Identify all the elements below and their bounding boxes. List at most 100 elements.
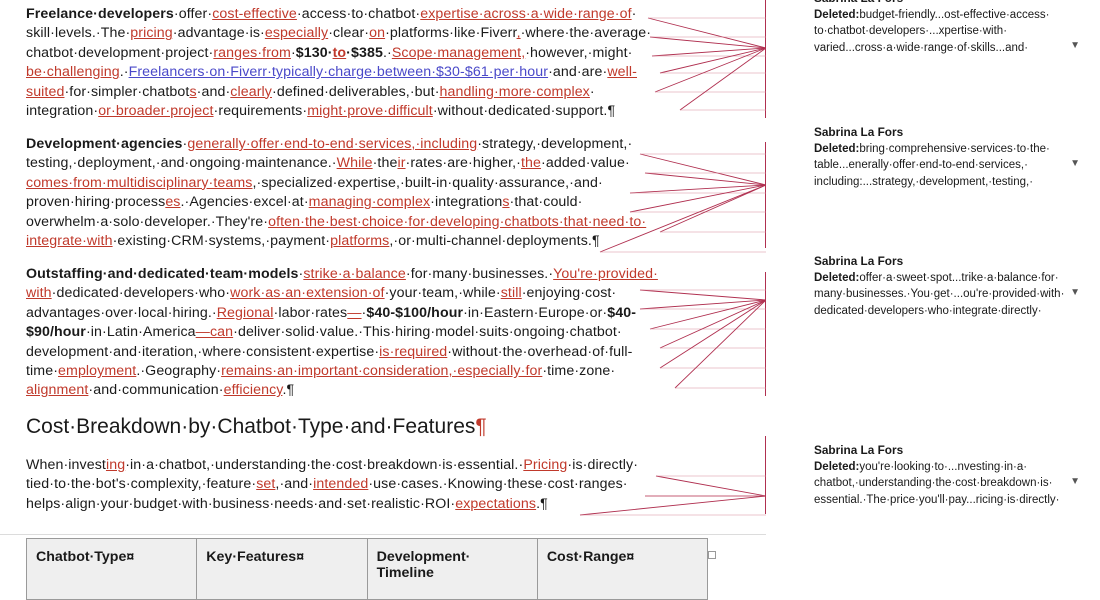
text-line[interactable]: overwhelm·a·solo·developer.·They're·ofte… — [26, 213, 646, 232]
tracked-insertion: Regional — [216, 304, 274, 321]
text-run: integration· — [26, 103, 99, 120]
text-line[interactable]: helps·align·your·budget·with·business·ne… — [26, 495, 638, 514]
tracked-insertion: handling·more·complex — [439, 83, 590, 100]
deleted-label: Deleted: — [814, 271, 860, 284]
text-run: ·that·could· — [509, 194, 583, 211]
tracked-insertion: on — [369, 25, 386, 42]
table-header-cell[interactable]: Cost·Range¤ — [536, 538, 709, 600]
tracked-insertion: While — [336, 155, 373, 172]
text-run: $40-$100/hour — [366, 304, 464, 321]
paragraph-outstaffing[interactable]: Outstaffing·and·dedicated·team·models·st… — [26, 265, 658, 401]
cost-table[interactable]: Chatbot·Type¤ Key·Features¤ Development·… — [25, 538, 709, 600]
text-line[interactable]: Outstaffing·and·dedicated·team·models·st… — [26, 265, 658, 284]
tracked-insertion: alignment — [26, 382, 89, 399]
text-line[interactable]: testing,·deployment,·and·ongoing·mainten… — [26, 154, 646, 173]
comment-text: Deleted:budget-friendly...ost-effective·… — [814, 7, 1090, 24]
text-run: ·integration — [430, 194, 503, 211]
tracked-insertion: is·required — [379, 343, 448, 360]
text-line[interactable]: $90/hour·in·Latin·America—can·deliver·so… — [26, 323, 658, 342]
page-separator — [0, 534, 766, 535]
text-run: $90/hour — [26, 324, 86, 341]
comment-text: dedicated·developers·who·integrate·direc… — [814, 303, 1090, 320]
tracked-insertion: — — [347, 304, 362, 321]
text-line[interactable]: Freelance·developers·offer·cost-effectiv… — [26, 5, 651, 24]
text-line[interactable]: comes·from·multidisciplinary·teams,·spec… — [26, 174, 646, 193]
text-run: ·the — [372, 155, 398, 172]
text-line[interactable]: chatbot·development·project·ranges·from ·… — [26, 44, 651, 63]
expand-chevron-icon[interactable]: ▼ — [1070, 156, 1080, 173]
text-run: ·labor·rates — [273, 304, 348, 321]
text-run: ·enjoying·cost· — [521, 285, 617, 302]
tracked-insertion: efficiency — [223, 382, 283, 399]
table-header-cell[interactable]: Development· Timeline — [366, 538, 538, 600]
text-line[interactable]: skill·levels.·The·pricing·advantage·is·e… — [26, 24, 651, 43]
comment-balloon[interactable]: Sabrina La Fors Deleted:bring·comprehensi… — [814, 124, 1090, 190]
text-line[interactable]: development·and·iteration,·where·consist… — [26, 343, 658, 362]
paragraph-intro[interactable]: When·investing·in·a·chatbot,·understandi… — [26, 456, 638, 514]
text-run: .· — [382, 44, 392, 61]
deleted-text: essential.·The·price·you'll·pay...ricing… — [814, 493, 1060, 506]
comment-text: essential.·The·price·you'll·pay...ricing… — [814, 492, 1090, 509]
deleted-label: Deleted: — [814, 460, 860, 473]
text-line[interactable]: alignment·and·communication·efficiency.¶ — [26, 381, 658, 400]
text-run: ·without·dedicated·support.¶ — [432, 103, 616, 120]
comment-author: Sabrina La Fors — [814, 443, 904, 457]
table-header-cell[interactable]: Chatbot·Type¤ — [25, 538, 198, 600]
tracked-insertion: set — [256, 476, 276, 493]
text-run: ·clear· — [328, 25, 370, 42]
text-run: ·and· — [196, 83, 231, 100]
text-line[interactable]: integrate·with·existing·CRM·systems,·pay… — [26, 232, 646, 251]
paragraph-agencies[interactable]: Development·agencies·generally·offer·end… — [26, 135, 646, 251]
text-run: $130· — [295, 44, 333, 61]
deleted-text: varied...cross·a·wide·range·of·skills...… — [814, 41, 1029, 54]
text-line[interactable]: Development·agencies·generally·offer·end… — [26, 135, 646, 154]
paragraph-freelance[interactable]: Freelance·developers·offer·cost-effectiv… — [26, 5, 651, 121]
text-run: ·without·the·overhead·of·full- — [447, 343, 633, 360]
text-run: ·and·communication· — [88, 382, 224, 399]
text-run: ·strategy,·development,· — [477, 136, 633, 152]
text-line[interactable]: suited·for·simpler·chatbots·and·clearly·… — [26, 83, 651, 102]
deleted-text: offer·a·sweet·spot...trike·a·balance·for… — [859, 271, 1059, 284]
text-run: Outstaffing·and·dedicated·team·models — [26, 266, 299, 282]
text-run: ·time·zone· — [542, 363, 616, 380]
text-run: ·requirements· — [213, 103, 308, 120]
comment-balloon[interactable]: Sabrina La ForsDeleted:budget-friendly..… — [814, 0, 1090, 56]
text-run: ·advantage·is· — [172, 25, 265, 42]
text-run: $40- — [607, 304, 637, 321]
text-run: When·invest — [26, 457, 106, 473]
tracked-insertion: —can — [195, 324, 234, 341]
tracked-insertion: to — [332, 44, 347, 61]
text-line[interactable]: integration·or·broader·project·requireme… — [26, 102, 651, 121]
comment-balloon[interactable]: Sabrina La Fors Deleted:you're·looking·to… — [814, 442, 1090, 508]
comment-balloon[interactable]: Sabrina La Fors Deleted:offer·a·sweet·spo… — [814, 253, 1090, 319]
text-line[interactable]: be·challenging.·Freelancers·on·Fiverr·ty… — [26, 63, 651, 82]
text-run: ·deliver·solid·value.·This·hiring·model·… — [233, 324, 622, 341]
tracked-insertion: clearly — [230, 83, 272, 100]
expand-chevron-icon[interactable]: ▼ — [1070, 285, 1080, 302]
table-header-cell[interactable]: Key·Features¤ — [196, 538, 368, 600]
text-line[interactable]: tied·to·the·bot's·complexity,·feature·se… — [26, 475, 638, 494]
expand-chevron-icon[interactable]: ▼ — [1070, 474, 1080, 491]
text-run: ·dedicated·developers·who· — [51, 285, 231, 302]
text-run: proven·hiring·process — [26, 194, 166, 211]
text-line[interactable]: with·dedicated·developers·who·work·as·an… — [26, 284, 658, 303]
text-run: development·and·iteration,·where·consist… — [26, 343, 380, 360]
text-run: ·added·value· — [541, 155, 630, 172]
expand-chevron-icon[interactable]: ▼ — [1070, 38, 1080, 55]
deleted-text: dedicated·developers·who·integrate·direc… — [814, 304, 1042, 317]
text-run: .·Agencies·excel·at· — [180, 194, 309, 211]
comment-author: Sabrina La Fors — [814, 125, 904, 139]
row-end-mark — [708, 551, 716, 559]
deleted-text: including:...strategy,·development,·test… — [814, 175, 1034, 188]
text-line[interactable]: time·employment.·Geography·remains·an·im… — [26, 362, 658, 381]
table-header-text: Timeline — [376, 565, 434, 581]
tracked-insertion: work·as·an·extension·of — [230, 285, 385, 302]
text-run: advantages·over·local·hiring.· — [26, 304, 217, 321]
deleted-text: chatbot,·understanding·the·cost·breakdow… — [814, 477, 1053, 490]
tracked-insertion: still — [500, 285, 522, 302]
text-line[interactable]: proven·hiring·processes.·Agencies·excel·… — [26, 193, 646, 212]
text-line[interactable]: advantages·over·local·hiring.·Regional·l… — [26, 304, 658, 323]
tracked-insertion: managing·complex — [308, 194, 431, 211]
section-heading[interactable]: Cost·Breakdown·by·Chatbot·Type·and·Featu… — [26, 413, 487, 441]
text-line[interactable]: When·investing·in·a·chatbot,·understandi… — [26, 456, 638, 475]
